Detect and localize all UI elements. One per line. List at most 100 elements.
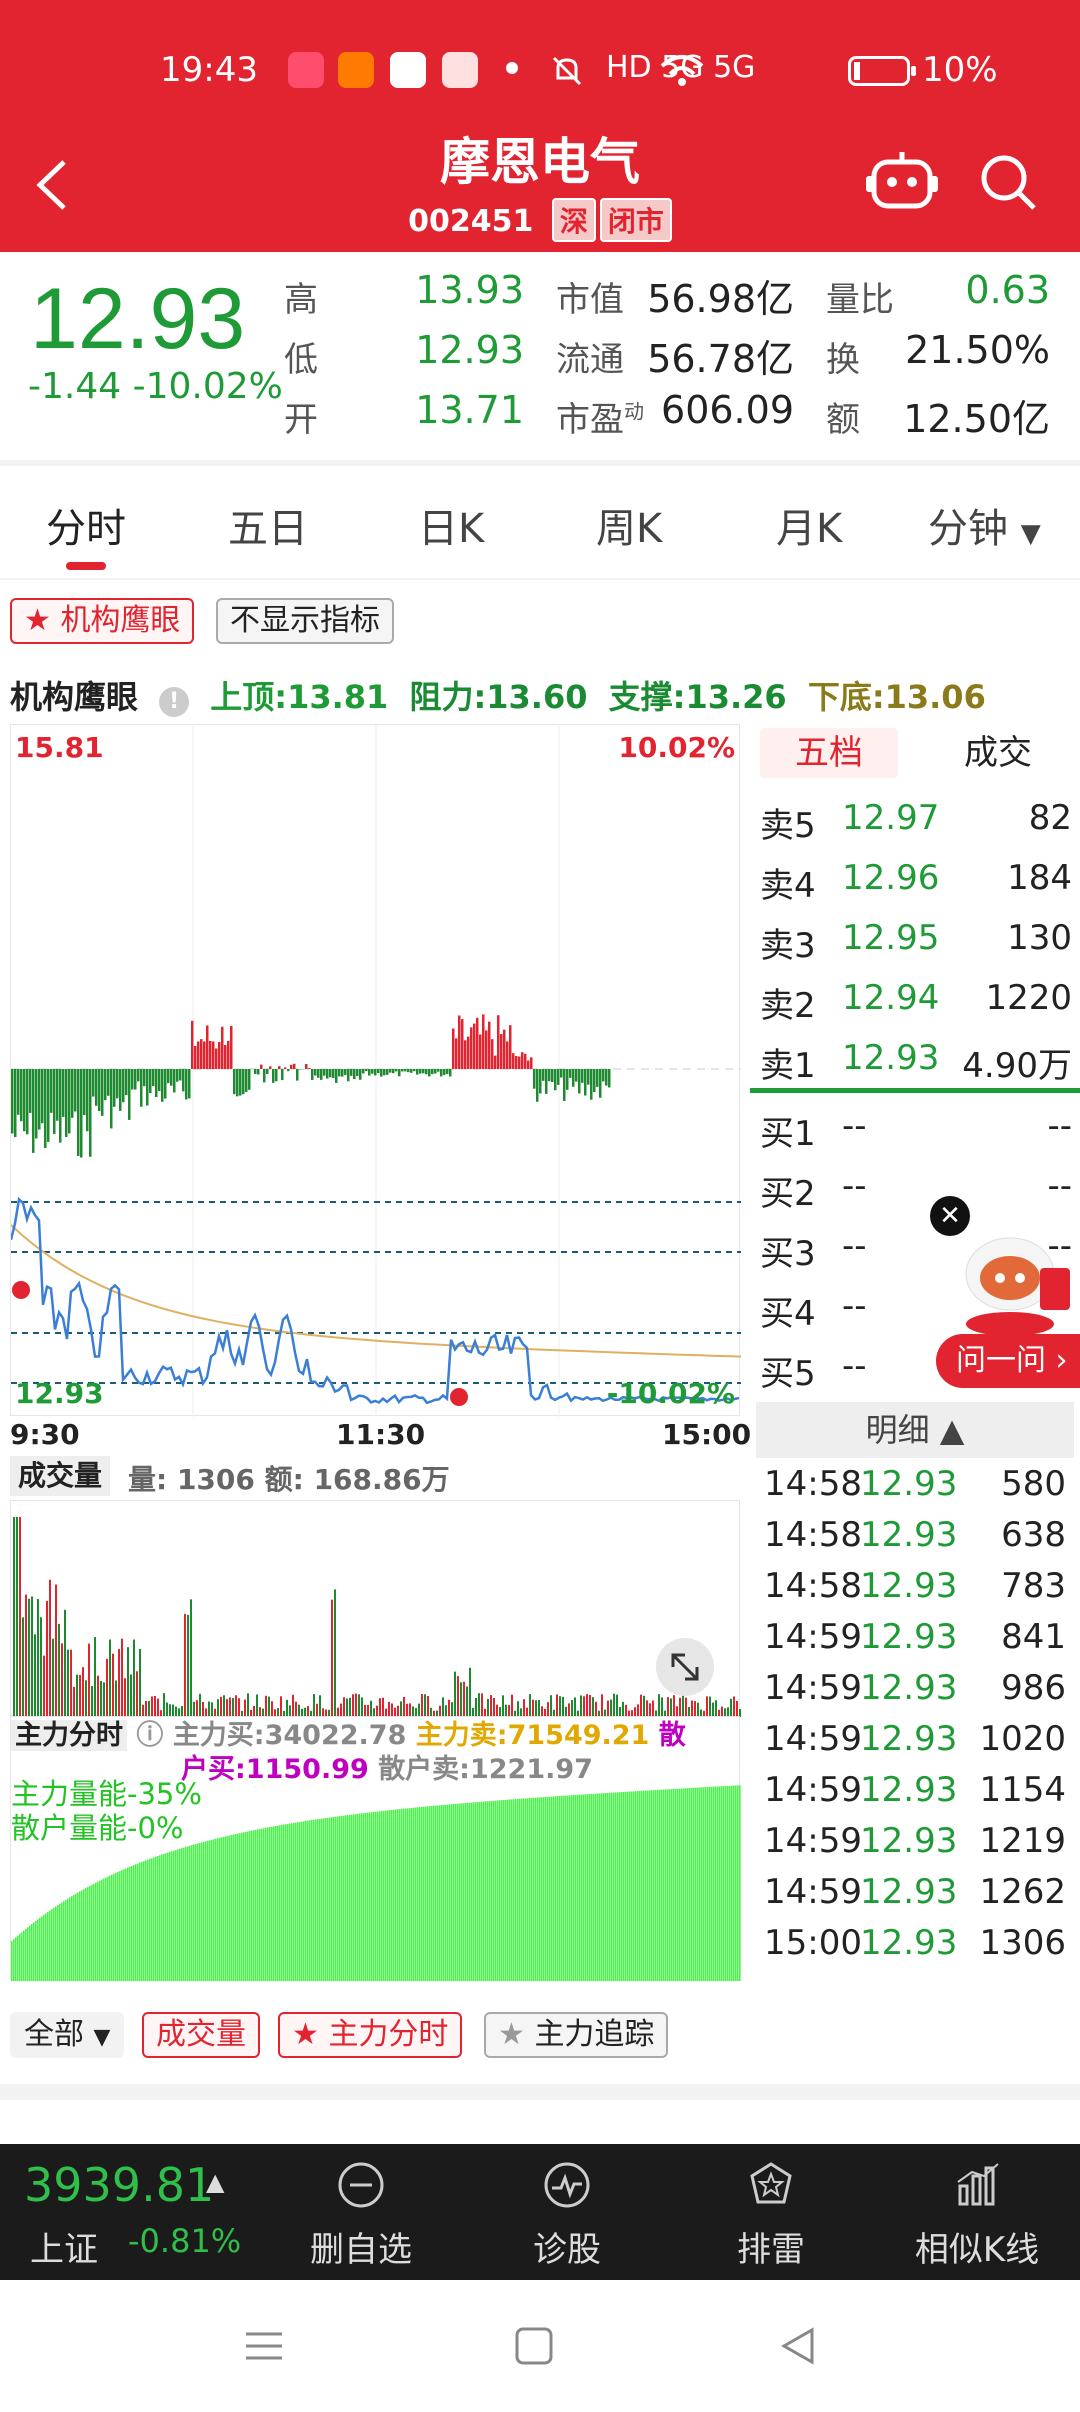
- detail-header[interactable]: 明细 ▲: [756, 1402, 1074, 1458]
- tab-trades[interactable]: 成交: [920, 728, 1076, 778]
- index-change: -0.81%: [128, 2222, 242, 2260]
- filter-all-dropdown[interactable]: 全部 ▼: [10, 2012, 125, 2058]
- main-force-track-pill[interactable]: ★ 主力追踪: [484, 2012, 669, 2058]
- volume-chart[interactable]: [10, 1500, 741, 1717]
- home-icon[interactable]: [514, 2326, 554, 2366]
- volume-chart-svg: [13, 1517, 741, 1717]
- float-cap-label: 流通: [556, 340, 624, 380]
- ask-row[interactable]: 卖2 12.94 1220: [760, 968, 1076, 1028]
- chart-high-price: 15.81: [15, 731, 104, 764]
- trade-volume: 580: [1001, 1464, 1066, 1504]
- level-price: 12.93: [842, 1038, 940, 1078]
- level-label: 卖2: [760, 986, 816, 1026]
- robot-mascot-icon: [965, 1237, 1070, 1336]
- main-force-chart[interactable]: 主力分时 ⓘ 主力买:34022.78 主力卖:71549.21 散 户买:11…: [10, 1716, 741, 1981]
- search-icon[interactable]: [976, 150, 1040, 214]
- level-volume: --: [1047, 1106, 1072, 1146]
- low-value: 12.93: [415, 328, 524, 372]
- main-force-pill[interactable]: ★ 主力分时: [278, 2012, 463, 2058]
- price-line: [11, 1196, 740, 1405]
- level-volume: 1220: [985, 978, 1072, 1018]
- similar-k-button[interactable]: 相似K线: [892, 2144, 1062, 2280]
- level-label: 买4: [760, 1294, 816, 1334]
- eagle-eye-levels: 机构鹰眼 ! 上顶:13.81 阻力:13.60 支撑:13.26 下底:13.…: [10, 672, 996, 718]
- dot-icon: [506, 62, 518, 74]
- status-bar: 19:43 HD 5G 5G 10%: [0, 40, 1080, 100]
- info-icon[interactable]: !: [159, 687, 190, 717]
- tab-five-levels[interactable]: 五档: [760, 728, 898, 778]
- back-nav-icon[interactable]: [778, 2326, 818, 2366]
- bid-row[interactable]: 买1 -- --: [760, 1096, 1076, 1156]
- signal-marker: [450, 1388, 468, 1406]
- diagnose-icon: [544, 2162, 590, 2208]
- intraday-chart[interactable]: 15.81 10.02% 12.93 -10.02%: [10, 724, 741, 1417]
- level-volume: 4.90万: [962, 1046, 1072, 1086]
- exchange-tag: 深: [551, 198, 596, 242]
- battery-icon: [848, 56, 916, 86]
- level-label: 买5: [760, 1354, 816, 1394]
- market-cap-value: 56.98亿: [647, 277, 794, 321]
- eagle-top: 上顶:13.81: [210, 678, 389, 716]
- trade-volume: 1262: [979, 1872, 1066, 1912]
- diagnose-button[interactable]: 诊股: [482, 2144, 652, 2280]
- tab-intraday[interactable]: 分时: [46, 496, 126, 554]
- ask-row[interactable]: 卖5 12.97 82: [760, 788, 1076, 848]
- trade-row: 14:59 12.93 1154: [764, 1766, 1076, 1817]
- volume-pill[interactable]: 成交量: [142, 2012, 260, 2058]
- retail-energy: 散户量能-0%: [11, 1811, 184, 1845]
- index-name: 上证: [30, 2230, 98, 2270]
- tab-monthly-k[interactable]: 月K: [776, 496, 842, 554]
- level-price: 12.94: [842, 978, 940, 1018]
- risk-scan-button[interactable]: 排雷: [686, 2144, 856, 2280]
- signal-marker: [12, 1281, 30, 1299]
- tab-five-day[interactable]: 五日: [228, 496, 308, 554]
- trade-volume: 1020: [979, 1719, 1066, 1759]
- trade-price: 12.93: [860, 1872, 958, 1912]
- menu-icon[interactable]: [244, 2326, 284, 2366]
- tab-minute[interactable]: 分钟 ▼: [928, 496, 1041, 554]
- trade-price: 12.93: [860, 1770, 958, 1810]
- main-energy: 主力量能-35%: [11, 1777, 202, 1811]
- level-label: 卖1: [760, 1046, 816, 1086]
- intraday-chart-svg: [11, 725, 741, 1417]
- index-ticker[interactable]: 3939.81 ▲ 上证 -0.81%: [0, 2144, 290, 2280]
- level-price: --: [842, 1286, 867, 1326]
- ask-row[interactable]: 卖3 12.95 130: [760, 908, 1076, 968]
- volume-label[interactable]: 成交量: [10, 1456, 111, 1496]
- finance-app-icon: [390, 52, 426, 88]
- eagle-resist: 阻力:13.60: [409, 678, 588, 716]
- trade-row: 14:59 12.93 841: [764, 1613, 1076, 1664]
- trade-row: 14:59 12.93 1020: [764, 1715, 1076, 1766]
- market-status-tag: 闭市: [599, 198, 672, 242]
- eagle-eye-pill[interactable]: ★ 机构鹰眼: [10, 598, 195, 644]
- ask-row[interactable]: 卖1 12.93 4.90万: [760, 1028, 1076, 1088]
- turnover-label: 换: [826, 340, 860, 380]
- level-price: --: [842, 1106, 867, 1146]
- level-price: 12.97: [842, 798, 940, 838]
- robot-assistant-icon[interactable]: [866, 148, 938, 214]
- tab-weekly-k[interactable]: 周K: [596, 496, 662, 554]
- index-value: 3939.81: [24, 2158, 215, 2212]
- stock-code: 002451: [408, 204, 534, 239]
- turnover-value: 21.50%: [905, 328, 1050, 372]
- music-app-icon: [288, 52, 324, 88]
- system-nav-bar: [0, 2280, 1080, 2412]
- trade-price: 12.93: [860, 1617, 958, 1657]
- trade-time: 14:59: [764, 1872, 862, 1912]
- remove-watchlist-button[interactable]: 删自选: [276, 2144, 446, 2280]
- star-icon: ★: [292, 2017, 329, 2052]
- trade-time: 14:59: [764, 1821, 862, 1861]
- status-time: 19:43: [160, 50, 258, 90]
- level-price: --: [842, 1226, 867, 1266]
- trade-price: 12.93: [860, 1821, 958, 1861]
- ask-button[interactable]: 问一问 ›: [936, 1334, 1080, 1388]
- tab-daily-k[interactable]: 日K: [418, 496, 484, 554]
- expand-icon[interactable]: [655, 1637, 715, 1697]
- ask-row[interactable]: 卖4 12.96 184: [760, 848, 1076, 908]
- pe-value: 606.09: [661, 388, 794, 432]
- bid-row[interactable]: 买2 -- --: [760, 1156, 1076, 1216]
- trade-time: 14:59: [764, 1719, 862, 1759]
- low-label: 低: [284, 340, 318, 380]
- trade-price: 12.93: [860, 1923, 958, 1963]
- hide-indicator-pill[interactable]: 不显示指标: [216, 598, 394, 644]
